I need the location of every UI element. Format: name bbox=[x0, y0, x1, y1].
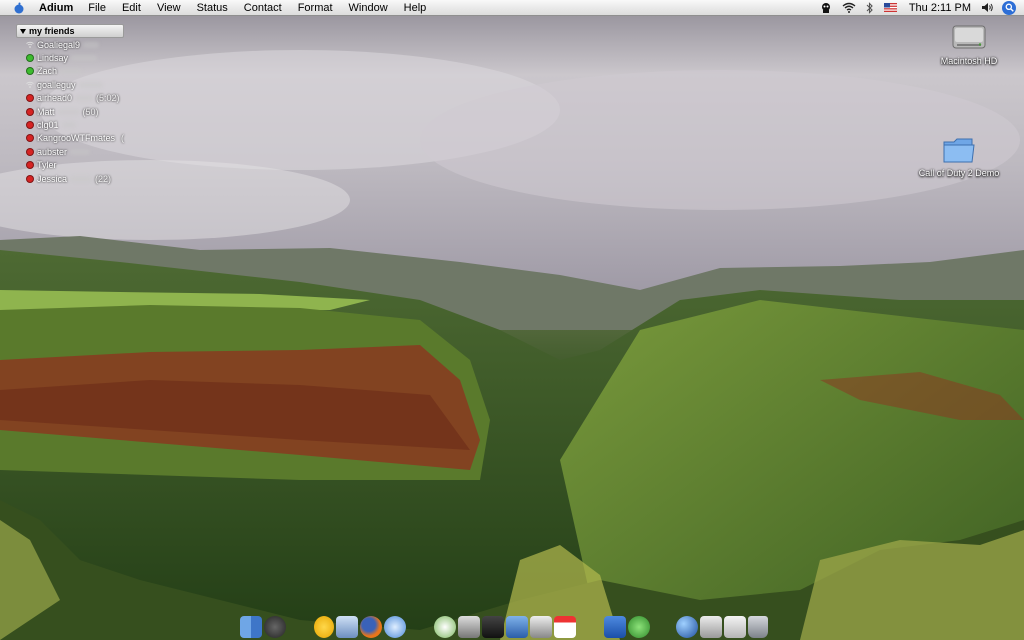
buddy-list: my friends Goaliegal9 Lindsay Zach goall… bbox=[16, 24, 124, 185]
dock-group-1 bbox=[240, 612, 288, 638]
us-flag-icon[interactable] bbox=[883, 3, 897, 12]
dock-group-2 bbox=[314, 612, 408, 638]
redacted-text bbox=[57, 108, 80, 115]
safari-icon[interactable] bbox=[384, 616, 406, 638]
finder-icon[interactable] bbox=[240, 616, 262, 638]
away-status-icon bbox=[26, 174, 34, 183]
buddy-name: Lindsay bbox=[37, 53, 69, 64]
buddy-name: aubster bbox=[37, 146, 68, 157]
wifi-icon[interactable] bbox=[842, 2, 856, 13]
adium-duck-icon[interactable] bbox=[820, 2, 832, 14]
redacted-text bbox=[71, 55, 98, 62]
away-status-icon bbox=[26, 107, 34, 116]
idvd-icon[interactable] bbox=[506, 616, 528, 638]
desktop-icon-macintosh-hd[interactable]: Macintosh HD bbox=[934, 20, 1004, 66]
desktop-icon-label: Call of Duty 2 Demo bbox=[918, 168, 1000, 178]
buddy-row[interactable]: Goaliegal9 bbox=[26, 38, 124, 51]
buddy-row[interactable]: Jessica (22) bbox=[26, 172, 124, 185]
redacted-text bbox=[75, 95, 94, 102]
itunes-icon[interactable] bbox=[434, 616, 456, 638]
available-status-icon bbox=[26, 67, 34, 76]
iphoto-icon[interactable] bbox=[458, 616, 480, 638]
menu-help[interactable]: Help bbox=[404, 2, 427, 14]
menu-format[interactable]: Format bbox=[298, 2, 333, 14]
buddy-name: clg01 bbox=[37, 120, 59, 131]
system-preferences-icon[interactable] bbox=[700, 616, 722, 638]
buddy-row[interactable]: clg01 bbox=[26, 118, 124, 131]
menu-app-name[interactable]: Adium bbox=[39, 2, 73, 14]
buddy-row[interactable]: Zach bbox=[26, 65, 124, 78]
trash-icon[interactable] bbox=[748, 616, 768, 638]
folder-icon bbox=[943, 138, 975, 163]
redacted-text bbox=[70, 175, 93, 182]
ical-icon[interactable] bbox=[554, 616, 576, 638]
buddy-row[interactable]: airhead0 (5:02) bbox=[26, 92, 124, 105]
away-status-icon bbox=[26, 161, 34, 170]
adium-icon[interactable] bbox=[628, 616, 650, 638]
redacted-text bbox=[70, 148, 91, 155]
bluetooth-icon[interactable] bbox=[866, 1, 874, 14]
firefox-icon[interactable] bbox=[360, 616, 382, 638]
idle-time: (50) bbox=[82, 106, 99, 117]
buddy-row[interactable]: aubster bbox=[26, 145, 124, 158]
redacted-text bbox=[78, 81, 103, 88]
desktop-icon-label: Macintosh HD bbox=[940, 56, 998, 66]
garageband-icon[interactable] bbox=[530, 616, 552, 638]
available-status-icon bbox=[26, 54, 34, 63]
desktop-wallpaper bbox=[0, 0, 1024, 640]
spotlight-icon[interactable] bbox=[1002, 0, 1016, 15]
redacted-text bbox=[83, 41, 100, 48]
buddy-name: airhead0 bbox=[37, 93, 73, 104]
buddy-row[interactable]: Matt (50) bbox=[26, 105, 124, 118]
menu-extras: Thu 2:11 PM bbox=[810, 0, 1024, 15]
buddy-name: goalleguy bbox=[37, 79, 76, 90]
desktop-icon-call-of-duty[interactable]: Call of Duty 2 Demo bbox=[909, 134, 1009, 178]
buddy-name: Tyler bbox=[37, 160, 57, 171]
buddy-row[interactable]: KangrooWTFmates ( bbox=[26, 132, 124, 145]
idle-time: (5:02) bbox=[96, 93, 120, 104]
menu-clock[interactable]: Thu 2:11 PM bbox=[909, 2, 971, 14]
buddy-name: Jessica bbox=[37, 173, 68, 184]
imovie-icon[interactable] bbox=[482, 616, 504, 638]
dock-group-3 bbox=[434, 612, 578, 638]
mobile-status-icon bbox=[26, 41, 34, 49]
dock-group-4 bbox=[604, 612, 652, 638]
idle-time: (22) bbox=[95, 173, 112, 184]
disclosure-triangle-icon[interactable] bbox=[20, 28, 26, 34]
menu-contact[interactable]: Contact bbox=[244, 2, 282, 14]
buddy-name: Matt bbox=[37, 106, 55, 117]
buddy-name: KangrooWTFmates bbox=[37, 133, 116, 144]
away-status-icon bbox=[26, 147, 34, 156]
google-earth-icon[interactable] bbox=[676, 616, 698, 638]
redacted-text bbox=[61, 122, 76, 129]
menu-bar: Adium File Edit View Status Contact Form… bbox=[0, 0, 1024, 16]
mobile-status-icon bbox=[26, 82, 34, 89]
away-status-icon bbox=[26, 134, 34, 143]
dock-group-5 bbox=[676, 612, 770, 638]
menu-edit[interactable]: Edit bbox=[122, 2, 141, 14]
menu-view[interactable]: View bbox=[157, 2, 181, 14]
dashboard-icon[interactable] bbox=[264, 616, 286, 638]
hard-drive-icon bbox=[952, 25, 986, 49]
volume-icon[interactable] bbox=[981, 2, 994, 13]
menu-file[interactable]: File bbox=[88, 2, 106, 14]
buddy-name: Zach bbox=[37, 66, 58, 77]
apple-menu-icon[interactable] bbox=[13, 2, 25, 14]
word-icon[interactable] bbox=[604, 616, 626, 638]
mail-icon[interactable] bbox=[724, 616, 746, 638]
idle-time: ( bbox=[121, 133, 125, 144]
buddy-row[interactable]: Tyler bbox=[26, 159, 124, 172]
menu-status[interactable]: Status bbox=[197, 2, 228, 14]
aim-icon[interactable] bbox=[314, 616, 334, 638]
away-status-icon bbox=[26, 94, 34, 103]
buddy-row[interactable]: goalleguy bbox=[26, 78, 124, 91]
buddy-row[interactable]: Lindsay bbox=[26, 51, 124, 64]
away-status-icon bbox=[26, 121, 34, 130]
buddy-group-name: my friends bbox=[29, 26, 75, 36]
redacted-text bbox=[60, 68, 83, 75]
buddy-group-header[interactable]: my friends bbox=[16, 24, 124, 38]
preview-icon[interactable] bbox=[336, 616, 358, 638]
buddy-name: Goaliegal9 bbox=[37, 39, 81, 50]
menu-window[interactable]: Window bbox=[349, 2, 388, 14]
